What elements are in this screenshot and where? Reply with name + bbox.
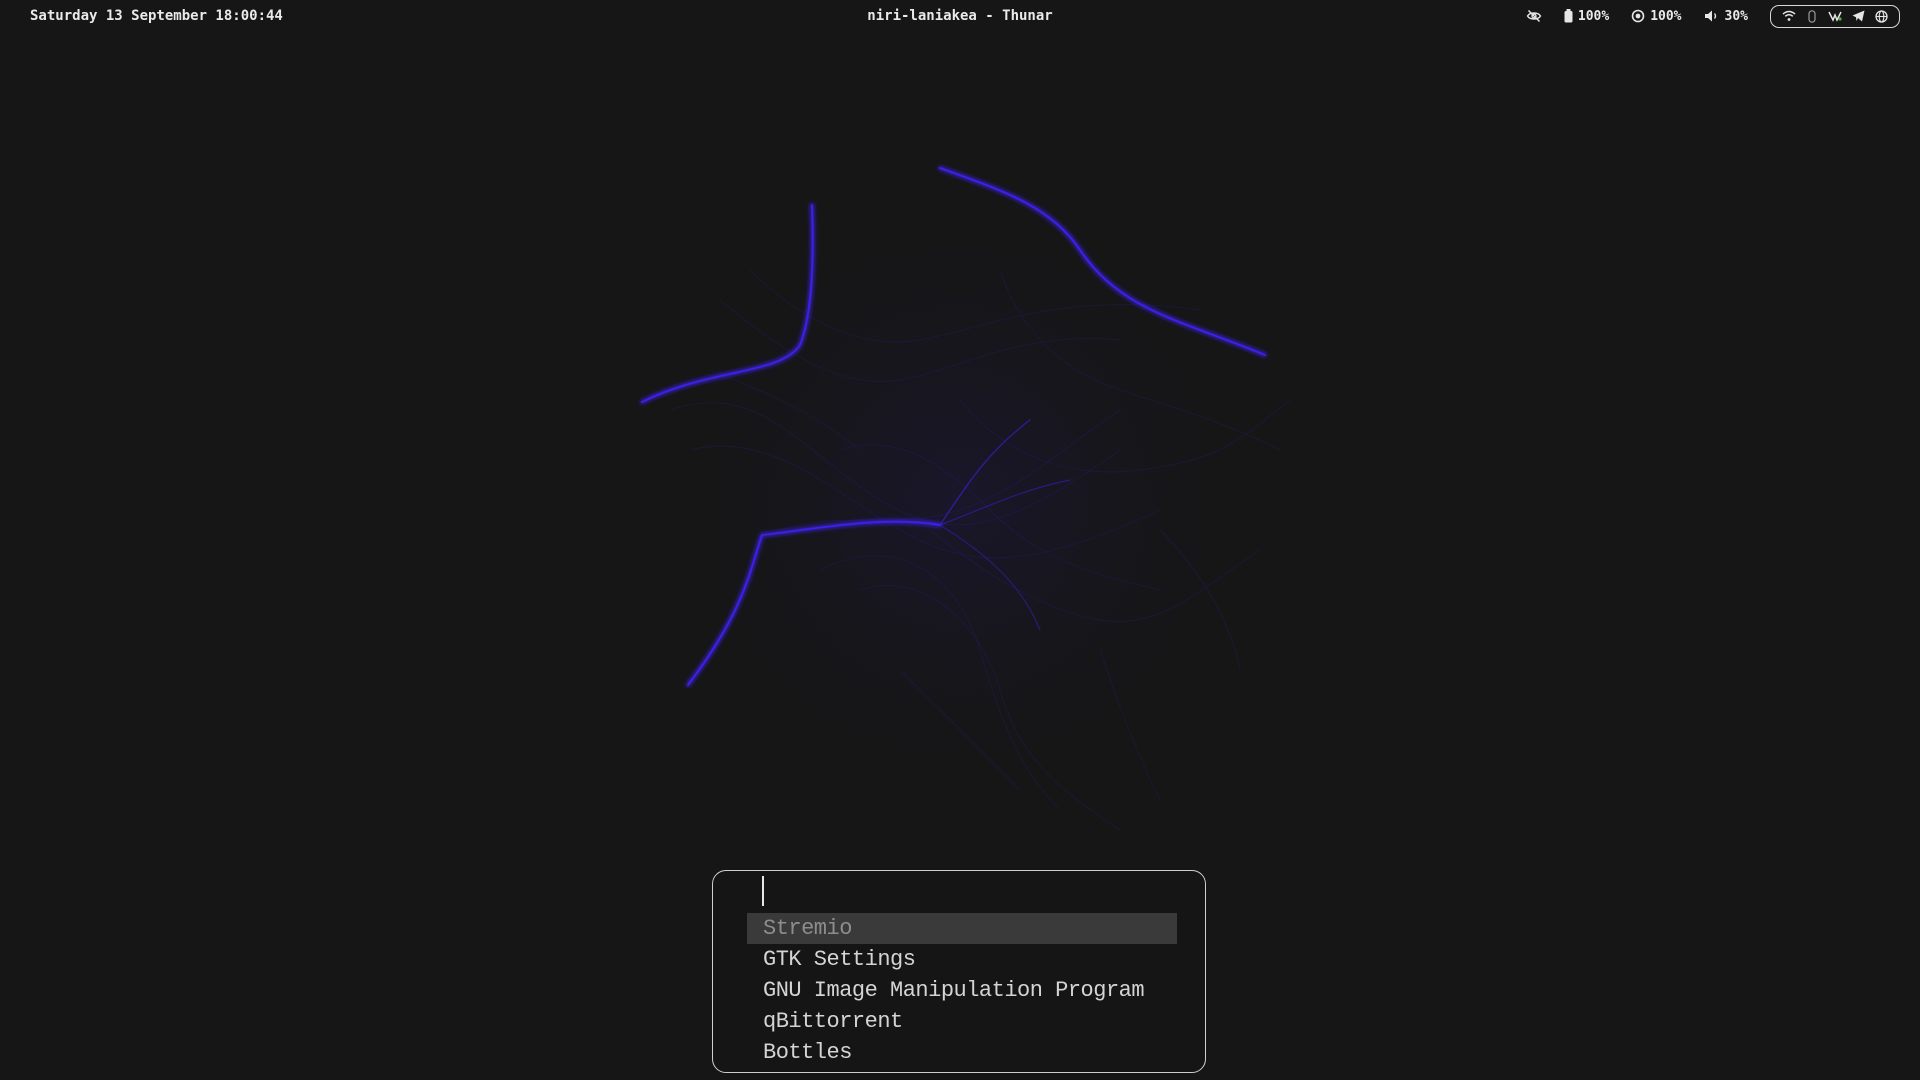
volume-percentage: 30%: [1724, 8, 1748, 24]
launcher-result-bottles[interactable]: Bottles: [747, 1037, 1177, 1068]
brightness-icon: [1631, 9, 1645, 23]
launcher-result-stremio[interactable]: Stremio: [747, 913, 1177, 944]
wifi-icon[interactable]: [1782, 9, 1796, 23]
top-bar: Saturday 13 September 18:00:44 niri-lani…: [0, 0, 1920, 32]
launcher-result-gtk-settings[interactable]: GTK Settings: [747, 944, 1177, 975]
brightness-indicator[interactable]: 100%: [1631, 8, 1682, 24]
app-launcher: Stremio GTK Settings GNU Image Manipulat…: [712, 870, 1206, 1073]
bluetooth-icon[interactable]: [1805, 9, 1819, 23]
volume-icon: [1704, 10, 1716, 22]
network-tray-icon[interactable]: [1828, 9, 1842, 23]
wallpaper-art: [630, 160, 1291, 840]
desktop: Saturday 13 September 18:00:44 niri-lani…: [0, 0, 1920, 1080]
launcher-search-input[interactable]: [745, 877, 1165, 909]
eye-off-icon: [1526, 9, 1542, 23]
volume-indicator[interactable]: 30%: [1704, 9, 1748, 24]
battery-percentage: 100%: [1577, 8, 1610, 24]
battery-icon: [1564, 9, 1573, 23]
brightness-percentage: 100%: [1650, 8, 1682, 24]
telegram-icon[interactable]: [1851, 9, 1865, 23]
text-caret: [762, 876, 764, 906]
launcher-result-qbittorrent[interactable]: qBittorrent: [747, 1006, 1177, 1037]
status-area: 100% 100% 30%: [1526, 4, 1900, 28]
system-tray: [1770, 4, 1900, 28]
globe-icon[interactable]: [1874, 9, 1888, 23]
launcher-result-gimp[interactable]: GNU Image Manipulation Program: [747, 975, 1177, 1006]
idle-inhibitor[interactable]: [1526, 8, 1542, 24]
battery-indicator[interactable]: 100%: [1564, 9, 1609, 24]
launcher-results: Stremio GTK Settings GNU Image Manipulat…: [747, 913, 1177, 1068]
